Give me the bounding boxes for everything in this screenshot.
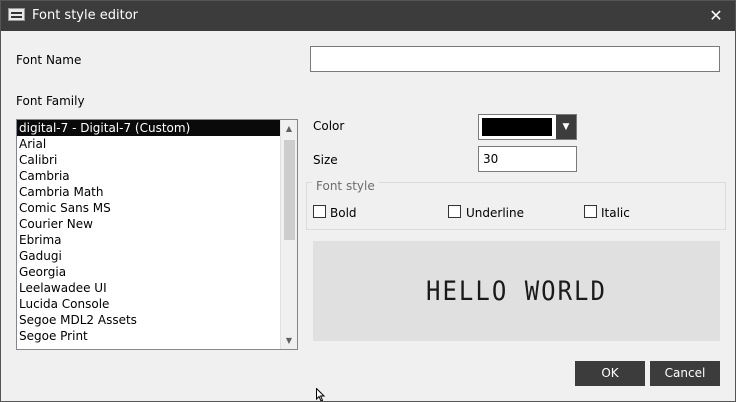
bold-checkbox[interactable] [313, 205, 326, 218]
scroll-down-icon[interactable]: ▼ [281, 332, 297, 349]
scroll-up-icon[interactable]: ▲ [281, 120, 297, 137]
font-family-label: Font Family [16, 94, 85, 108]
list-item[interactable]: Lucida Console [17, 296, 280, 312]
window-title: Font style editor [32, 8, 138, 23]
list-item[interactable]: Segoe Print [17, 328, 280, 344]
list-item[interactable]: Georgia [17, 264, 280, 280]
font-style-legend: Font style [312, 179, 379, 193]
font-family-items: digital-7 - Digital-7 (Custom) Arial Calib… [17, 120, 280, 344]
italic-label[interactable]: Italic [601, 206, 630, 220]
color-picker[interactable]: ▼ [478, 114, 577, 140]
underline-label[interactable]: Underline [466, 206, 524, 220]
scroll-thumb[interactable] [284, 140, 295, 240]
bold-label[interactable]: Bold [330, 206, 357, 220]
list-item[interactable]: Courier New [17, 216, 280, 232]
close-button[interactable]: ✕ [696, 0, 736, 31]
close-icon: ✕ [709, 6, 723, 25]
list-item[interactable]: digital-7 - Digital-7 (Custom) [17, 120, 280, 136]
list-item[interactable]: Comic Sans MS [17, 200, 280, 216]
preview-panel: HELLO WORLD [313, 241, 720, 341]
list-item[interactable]: Cambria [17, 168, 280, 184]
list-scrollbar[interactable]: ▲ ▼ [280, 120, 297, 349]
font-name-label: Font Name [16, 53, 82, 67]
list-item[interactable]: Ebrima [17, 232, 280, 248]
preview-text: HELLO WORLD [426, 275, 607, 307]
app-icon [8, 8, 25, 21]
font-family-list[interactable]: digital-7 - Digital-7 (Custom) Arial Calib… [16, 119, 298, 350]
ok-button[interactable]: OK [575, 361, 645, 386]
chevron-down-icon[interactable]: ▼ [556, 115, 576, 139]
size-label: Size [313, 153, 338, 167]
color-swatch [482, 118, 552, 136]
list-item[interactable]: Arial [17, 136, 280, 152]
underline-checkbox[interactable] [448, 205, 461, 218]
list-item[interactable]: Cambria Math [17, 184, 280, 200]
size-input[interactable] [478, 146, 577, 172]
mouse-cursor-icon [316, 388, 326, 402]
list-item[interactable]: Gadugi [17, 248, 280, 264]
font-name-input[interactable] [310, 46, 720, 72]
cancel-button[interactable]: Cancel [650, 361, 720, 386]
italic-checkbox[interactable] [584, 205, 597, 218]
color-label: Color [313, 119, 345, 133]
list-item[interactable]: Segoe MDL2 Assets [17, 312, 280, 328]
list-item[interactable]: Leelawadee UI [17, 280, 280, 296]
title-bar: Font style editor ✕ [0, 0, 736, 31]
list-item[interactable]: Calibri [17, 152, 280, 168]
